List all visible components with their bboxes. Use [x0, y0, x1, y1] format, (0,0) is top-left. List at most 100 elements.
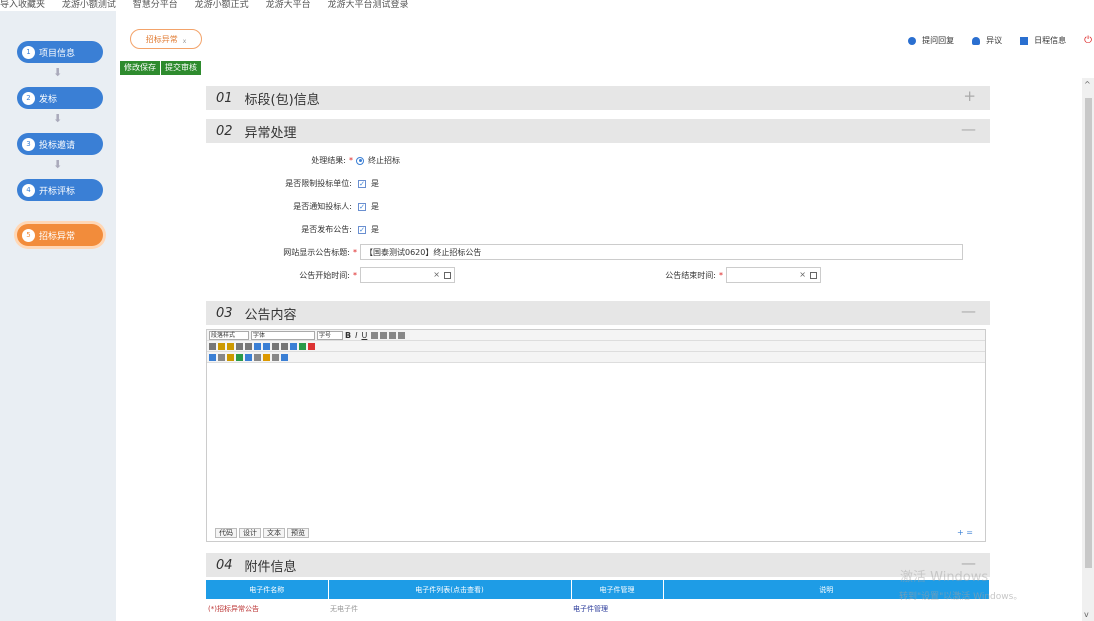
align-left-icon[interactable] [371, 331, 379, 339]
scroll-up-icon[interactable]: ^ [1084, 80, 1091, 89]
link-icon[interactable] [218, 353, 225, 361]
indent-icon[interactable] [281, 342, 288, 350]
tab-tender-exception[interactable]: 招标异常 x [130, 29, 202, 49]
step-label: 项目信息 [39, 48, 76, 59]
underline-icon[interactable]: U [361, 331, 367, 340]
step-bid-evaluation[interactable]: 4 开标评标 [17, 179, 103, 201]
italic-icon[interactable]: I [355, 331, 357, 340]
mode-text-button[interactable]: 文本 [263, 528, 285, 538]
link-schedule[interactable]: 日程信息 [1020, 35, 1066, 46]
list-icon[interactable] [272, 342, 279, 350]
editor-mode-bar: 代码 设计 文本 预览 [215, 528, 311, 538]
publish-checkbox[interactable]: ✓ [358, 225, 366, 234]
submit-review-button[interactable]: 提交审核 [161, 61, 201, 75]
scroll-thumb[interactable] [1085, 98, 1092, 568]
section-number: 01 [216, 90, 233, 106]
radio-label: 终止招标 [368, 156, 400, 165]
rich-text-editor[interactable]: 段落样式 字体 字号 B I U 代码 设计 文本 预览 + = [206, 329, 986, 542]
bookmark-item[interactable]: 龙游大平台测试登录 [327, 0, 408, 10]
step-invitation[interactable]: 3 投标邀请 [17, 133, 103, 155]
section-lot-info[interactable]: 01 标段(包)信息 + [206, 86, 990, 110]
expand-icon[interactable]: + [963, 87, 976, 105]
end-time-row: 公告结束时间: * × [636, 267, 821, 283]
start-time-row: 公告开始时间: * × [266, 267, 455, 283]
special-char-icon[interactable] [272, 353, 279, 361]
bookmark-item[interactable]: 龙游小额测试 [62, 0, 116, 10]
step-label: 开标评标 [39, 186, 76, 197]
checkbox-label: 是 [371, 225, 379, 234]
close-icon[interactable]: x [183, 38, 187, 45]
anchor-icon[interactable] [245, 353, 252, 361]
bold-icon[interactable]: B [345, 331, 351, 340]
collapse-icon[interactable]: — [961, 120, 976, 138]
preview-icon[interactable] [281, 353, 288, 361]
checkbox-label: 是 [371, 179, 379, 188]
media-icon[interactable] [236, 353, 243, 361]
clear-icon[interactable]: × [433, 270, 440, 279]
link-label: 日程信息 [1034, 36, 1067, 45]
undo-icon[interactable] [254, 342, 261, 350]
step-number: 4 [22, 183, 35, 197]
zoom-control[interactable]: + = [957, 528, 973, 537]
bookmark-item[interactable]: 龙游大平台 [266, 0, 311, 10]
hr-icon[interactable] [254, 353, 261, 361]
attachment-list[interactable]: 无电子件 [328, 599, 571, 618]
start-time-input[interactable]: × [360, 267, 455, 283]
align-right-icon[interactable] [389, 331, 397, 339]
image-icon[interactable] [299, 342, 306, 350]
insert-icon[interactable] [209, 353, 216, 361]
save-button[interactable]: 修改保存 [120, 61, 160, 75]
bookmarks-bar: 导入收藏夹 龙游小额测试 智慧分平台 龙游小额正式 龙游大平台 龙游大平台测试登… [0, 0, 1094, 11]
section-announcement[interactable]: 03 公告内容 — [206, 301, 990, 325]
mode-preview-button[interactable]: 预览 [287, 528, 309, 538]
redo-icon[interactable] [263, 342, 270, 350]
table-row: (*)招标异常公告 无电子件 电子件管理 [206, 599, 990, 618]
bookmark-item[interactable]: 智慧分平台 [133, 0, 178, 10]
link-question-reply[interactable]: 提问回复 [908, 35, 954, 46]
step-tender-exception[interactable]: 5 招标异常 [17, 224, 103, 246]
notify-checkbox[interactable]: ✓ [358, 202, 366, 211]
power-button[interactable]: ⏻ [1084, 35, 1094, 46]
flash-icon[interactable] [227, 353, 234, 361]
step-project-info[interactable]: 1 项目信息 [17, 41, 103, 63]
align-center-icon[interactable] [380, 331, 388, 339]
justify-icon[interactable] [398, 331, 406, 339]
scroll-down-icon[interactable]: v [1084, 610, 1089, 619]
attachment-name: (*)招标异常公告 [208, 604, 259, 613]
bookmark-item[interactable]: 龙游小额正式 [195, 0, 249, 10]
bookmark-item[interactable]: 导入收藏夹 [0, 0, 45, 10]
mode-code-button[interactable]: 代码 [215, 528, 237, 538]
emoticon-icon[interactable] [263, 353, 270, 361]
font-select[interactable]: 字体 [251, 330, 315, 340]
calendar-icon[interactable] [810, 272, 817, 279]
step-publish[interactable]: 2 发标 [17, 87, 103, 109]
terminate-radio[interactable] [356, 156, 364, 165]
calendar-icon[interactable] [444, 272, 451, 279]
site-title-input[interactable]: 【国泰测试0620】终止招标公告 [360, 244, 963, 260]
font-size-select[interactable]: 字号 [317, 330, 343, 340]
pdf-icon[interactable] [308, 342, 315, 350]
delete-icon[interactable] [245, 342, 252, 350]
step-sidebar: 1 项目信息 ⬇ 2 发标 ⬇ 3 投标邀请 ⬇ 4 开标评标 5 招标异常 [0, 11, 116, 621]
section-attachments[interactable]: 04 附件信息 — [206, 553, 990, 577]
vertical-scrollbar[interactable]: ^ v [1082, 78, 1094, 621]
cut-icon[interactable] [209, 342, 216, 350]
section-exception-handling[interactable]: 02 异常处理 — [206, 119, 990, 143]
paste-icon[interactable] [227, 342, 234, 350]
find-icon[interactable] [236, 342, 243, 350]
step-label: 投标邀请 [39, 140, 76, 151]
attachment-manage-link[interactable]: 电子件管理 [571, 599, 663, 618]
step-number: 3 [22, 137, 35, 151]
link-label: 异议 [986, 36, 1003, 45]
end-time-input[interactable]: × [726, 267, 821, 283]
collapse-icon[interactable]: — [961, 302, 976, 320]
publish-row: 是否发布公告: ✓ 是 [266, 224, 379, 235]
link-objection[interactable]: 异议 [972, 35, 1002, 46]
clear-icon[interactable]: × [799, 270, 806, 279]
limit-checkbox[interactable]: ✓ [358, 179, 366, 188]
paragraph-style-select[interactable]: 段落样式 [209, 330, 249, 340]
mode-design-button[interactable]: 设计 [239, 528, 261, 538]
copy-icon[interactable] [218, 342, 225, 350]
section-number: 03 [216, 305, 233, 321]
table-icon[interactable] [290, 342, 297, 350]
